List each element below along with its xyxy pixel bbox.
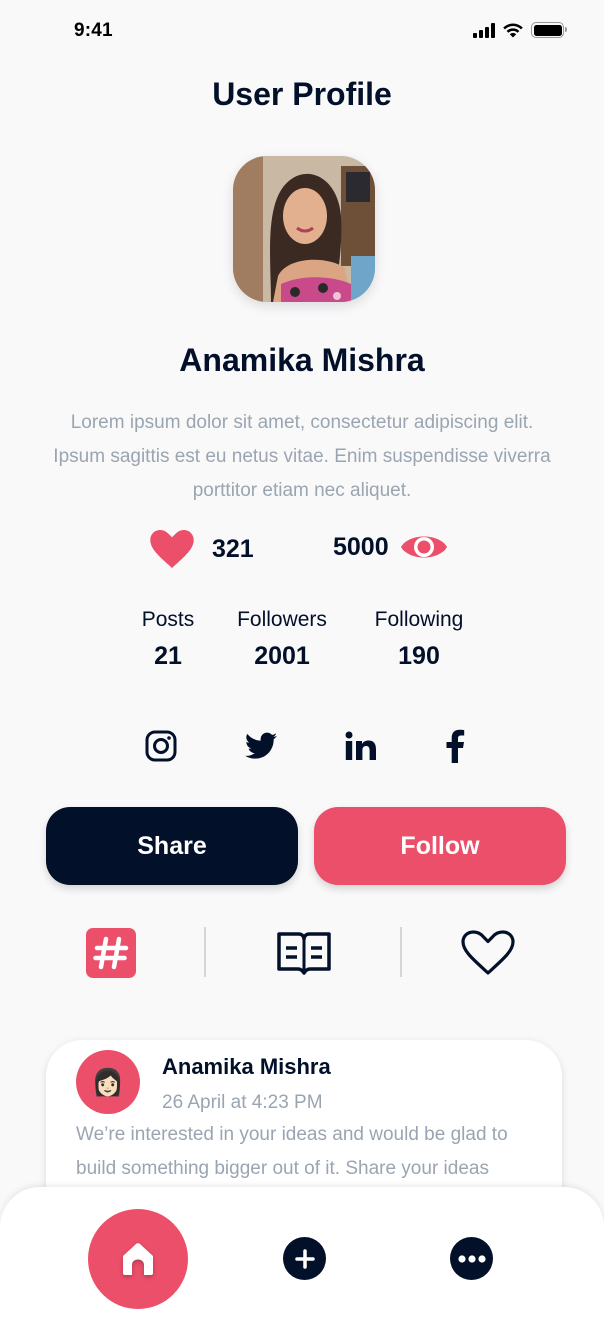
share-button[interactable]: Share — [46, 807, 298, 885]
instagram-icon — [145, 730, 177, 762]
content-tabs — [0, 925, 604, 981]
post-author-avatar: 👩🏻 — [76, 1050, 140, 1114]
tab-hashtag[interactable] — [84, 925, 138, 981]
count-value: 190 — [398, 642, 440, 670]
twitter-icon — [245, 732, 277, 759]
views-stat: 5000 — [333, 530, 447, 564]
count-following[interactable]: Following 190 — [362, 608, 476, 671]
plus-icon — [294, 1248, 315, 1269]
instagram-link[interactable] — [143, 728, 179, 764]
woman-emoji-icon: 👩🏻 — [91, 1066, 125, 1097]
battery-icon — [531, 22, 567, 38]
count-value: 2001 — [254, 642, 310, 670]
facebook-link[interactable] — [437, 728, 473, 764]
count-label: Following — [374, 608, 464, 631]
post-text: We’re interested in your ideas and would… — [76, 1124, 508, 1179]
follow-button[interactable]: Follow — [314, 807, 566, 885]
count-followers[interactable]: Followers 2001 — [226, 608, 338, 671]
bottom-nav — [0, 1187, 604, 1340]
linkedin-link[interactable] — [343, 728, 379, 764]
status-bar: 9:41 — [0, 0, 604, 62]
likes-count: 321 — [212, 534, 254, 563]
twitter-link[interactable] — [243, 728, 279, 764]
user-bio: Lorem ipsum dolor sit amet, consectetur … — [53, 412, 551, 501]
eye-icon — [400, 536, 447, 558]
status-icons — [473, 22, 567, 38]
nav-more-button[interactable] — [450, 1237, 493, 1280]
home-icon — [123, 1243, 153, 1275]
post-timestamp: 26 April at 4:23 PM — [162, 1092, 323, 1113]
cellular-signal-icon — [473, 22, 495, 38]
post-author-name: Anamika Mishra — [162, 1054, 331, 1079]
tab-book[interactable] — [274, 925, 334, 981]
nav-add-button[interactable] — [283, 1237, 326, 1280]
tab-divider — [400, 927, 402, 977]
hashtag-icon — [86, 928, 136, 978]
count-posts[interactable]: Posts 21 — [128, 608, 208, 671]
profile-avatar — [233, 156, 375, 302]
count-label: Followers — [237, 608, 327, 631]
nav-home-button[interactable] — [88, 1209, 188, 1309]
count-value: 21 — [154, 642, 182, 670]
linkedin-icon — [345, 731, 376, 760]
likes-stat: 321 — [150, 530, 254, 568]
wifi-icon — [503, 23, 523, 38]
engagement-stats: 321 5000 — [0, 530, 604, 570]
facebook-icon — [446, 729, 465, 763]
views-count: 5000 — [333, 532, 389, 561]
page-title: User Profile — [212, 76, 392, 112]
heart-filled-icon — [150, 530, 194, 568]
social-links — [0, 728, 604, 768]
more-icon — [457, 1254, 486, 1263]
heart-outline-icon — [461, 930, 515, 975]
tab-favorites[interactable] — [460, 925, 516, 981]
user-name: Anamika Mishra — [179, 342, 425, 378]
book-icon — [277, 932, 331, 975]
status-time: 9:41 — [74, 20, 113, 41]
count-label: Posts — [141, 608, 195, 631]
tab-divider — [204, 927, 206, 977]
